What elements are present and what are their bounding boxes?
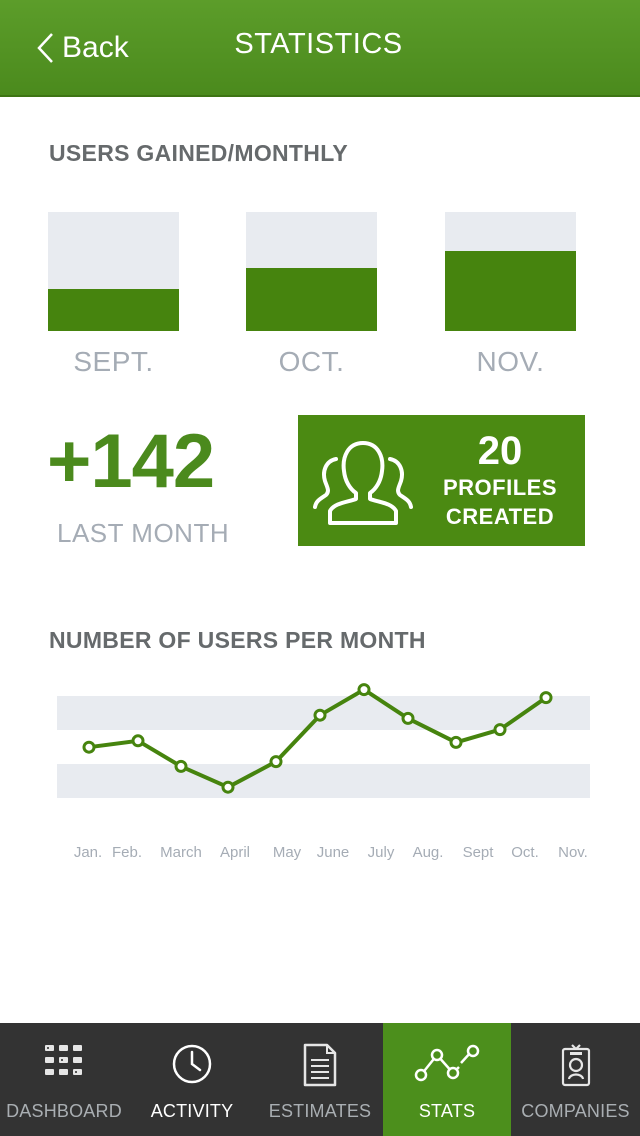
x-tick-label: Nov.: [558, 844, 588, 861]
tab-label: ESTIMATES: [268, 1101, 372, 1121]
users-gained-value: +142: [47, 419, 215, 504]
chart-point-sept: [449, 735, 463, 749]
chart-band-lower: [57, 764, 590, 798]
x-tick-label: April: [220, 844, 250, 861]
chart-point-oct: [493, 723, 507, 737]
chart-point-aug: [401, 711, 415, 725]
tab-label: DASHBOARD: [6, 1101, 122, 1121]
bar-sept: [48, 212, 179, 331]
x-tick-label: March: [160, 844, 202, 861]
document-icon: [303, 1043, 337, 1087]
chart-point-may: [269, 755, 283, 769]
x-tick-label: July: [368, 844, 395, 861]
tab-label: STATS: [418, 1101, 476, 1121]
users-gained-title: USERS GAINED/MONTHLY: [49, 140, 349, 166]
chart-point-june: [313, 708, 327, 722]
chart-point-jan: [82, 740, 96, 754]
chart-line-segment: [454, 727, 502, 745]
x-tick-label: June: [317, 844, 350, 861]
tab-activity[interactable]: ACTIVITY: [128, 1023, 256, 1136]
x-tick-label: May: [273, 844, 302, 861]
id-badge-icon: [561, 1044, 590, 1087]
tab-estimates[interactable]: ESTIMATES: [256, 1023, 384, 1136]
chart-point-july: [357, 683, 371, 697]
bar-fill: [48, 289, 179, 331]
tab-stats[interactable]: STATS: [383, 1023, 511, 1136]
tab-companies[interactable]: COMPANIES: [511, 1023, 640, 1136]
bar-fill: [445, 251, 576, 331]
chart-point-feb: [131, 734, 145, 748]
profiles-count: 20: [477, 429, 523, 473]
clock-icon: [172, 1044, 212, 1084]
chart-point-nov: [539, 691, 553, 705]
bar-label-sept: SEPT.: [73, 346, 154, 377]
users-per-month-title: NUMBER OF USERS PER MONTH: [49, 627, 426, 653]
stats-icon: [414, 1044, 480, 1082]
bar-nov: [445, 212, 576, 331]
page-title: STATISTICS: [234, 28, 403, 60]
chart-line-segment: [136, 738, 183, 769]
profiles-created-card[interactable]: 20 PROFILES CREATED: [298, 415, 585, 546]
tab-label: ACTIVITY: [150, 1101, 234, 1121]
tab-dashboard[interactable]: DASHBOARD: [0, 1023, 128, 1136]
profiles-label-line2: CREATED: [445, 504, 555, 529]
chart-point-april: [221, 780, 235, 794]
users-gained-caption: LAST MONTH: [57, 518, 230, 548]
bottom-tab-bar: DASHBOARD ACTIVITY ESTIMATES STATS COMPA…: [0, 1023, 640, 1136]
x-tick-label: Jan.: [74, 844, 102, 861]
bar-label-nov: NOV.: [476, 346, 545, 377]
bar-fill: [246, 267, 377, 331]
x-tick-label: Feb.: [112, 844, 142, 861]
x-tick-label: Oct.: [511, 844, 539, 861]
x-tick-label: Sept: [463, 844, 495, 861]
users-per-month-chart: Jan. Feb. March April May June July Aug. Sept Oct…: [57, 683, 590, 861]
bar-label-oct: OCT.: [278, 346, 345, 377]
tab-label: COMPANIES: [521, 1101, 630, 1121]
dashboard-icon: [45, 1045, 82, 1075]
profiles-label: PROFILES CREATED: [426, 473, 574, 531]
bar-oct: [246, 212, 377, 331]
x-tick-label: Aug.: [413, 844, 444, 861]
users-icon: [313, 441, 413, 525]
profiles-label-line1: PROFILES: [442, 475, 557, 500]
chart-point-march: [174, 759, 188, 773]
header-bar: Back STATISTICS: [0, 0, 640, 97]
chart-line-segment: [87, 738, 140, 750]
